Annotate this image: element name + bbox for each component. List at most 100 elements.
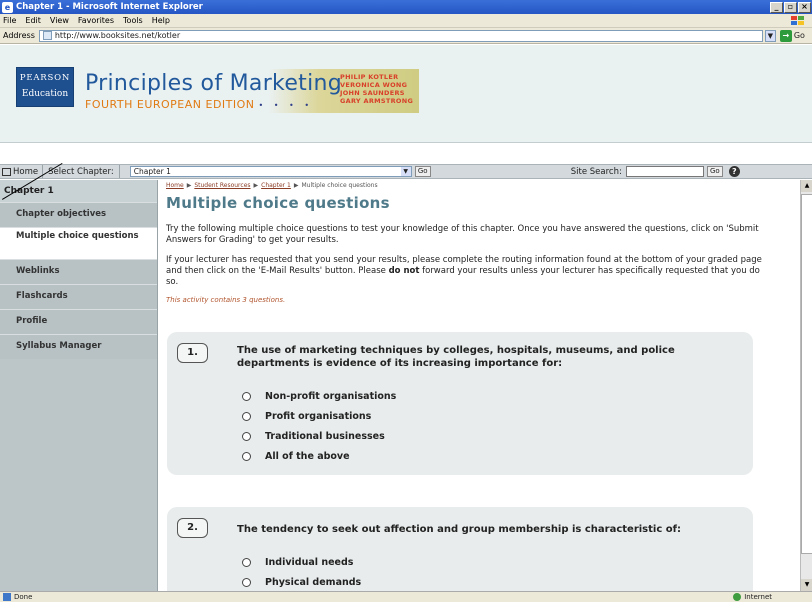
chapter-sidebar: Chapter 1 Chapter objectives Multiple ch… bbox=[0, 180, 158, 591]
page-status-icon bbox=[3, 593, 11, 601]
breadcrumb-separator: ▶ bbox=[293, 182, 299, 189]
answer-option[interactable]: All of the above bbox=[242, 446, 396, 466]
option-label: Profit organisations bbox=[265, 410, 372, 422]
question-number: 2. bbox=[177, 518, 208, 538]
menu-tools[interactable]: Tools bbox=[123, 16, 143, 25]
address-dropdown-button[interactable]: ▼ bbox=[764, 29, 776, 42]
radio-button[interactable] bbox=[242, 577, 251, 587]
minimize-button[interactable]: _ bbox=[770, 1, 783, 13]
answer-option[interactable]: Non-profit organisations bbox=[242, 386, 396, 406]
scroll-up-arrow[interactable]: ▲ bbox=[801, 180, 812, 192]
activity-note: This activity contains 3 questions. bbox=[166, 296, 286, 304]
go-label: Go bbox=[793, 31, 805, 40]
answer-option[interactable]: Profit organisations bbox=[242, 406, 396, 426]
breadcrumb-chapter[interactable]: Chapter 1 bbox=[261, 182, 291, 189]
address-label: Address bbox=[3, 31, 35, 40]
intro-text: Try the following multiple choice questi… bbox=[166, 224, 759, 245]
chevron-down-icon: ▼ bbox=[400, 167, 411, 176]
home-icon bbox=[2, 167, 11, 176]
scroll-down-arrow[interactable]: ▼ bbox=[801, 579, 812, 591]
page-icon bbox=[42, 31, 52, 40]
pearson-education-logo[interactable]: PEARSON Education bbox=[16, 67, 74, 107]
home-label: Home bbox=[13, 166, 39, 177]
option-label: Traditional businesses bbox=[265, 430, 385, 442]
book-edition: FOURTH EUROPEAN EDITION • • • • bbox=[85, 98, 342, 111]
question-text: The tendency to seek out affection and g… bbox=[237, 524, 681, 535]
lecturer-instructions: If your lecturer has requested that you … bbox=[166, 255, 766, 288]
menu-bar: File Edit View Favorites Tools Help bbox=[0, 14, 812, 28]
decorative-dots: • • • • bbox=[258, 101, 314, 110]
author-list: PHILIP KOTLER VERONICA WONG JOHN SAUNDER… bbox=[340, 73, 413, 105]
radio-button[interactable] bbox=[242, 451, 251, 461]
logo-top-text: PEARSON bbox=[19, 73, 71, 83]
option-label: Physical demands bbox=[265, 576, 362, 588]
book-title-block: Principles of Marketing FOURTH EUROPEAN … bbox=[85, 71, 342, 111]
window-titlebar: e Chapter 1 - Microsoft Internet Explore… bbox=[0, 0, 812, 14]
answer-option[interactable]: Physical demands bbox=[242, 572, 361, 592]
close-button[interactable]: × bbox=[798, 1, 811, 13]
sidebar-item-flashcards[interactable]: Flashcards bbox=[0, 284, 157, 309]
radio-button[interactable] bbox=[242, 431, 251, 441]
sidebar-item-chapter-objectives[interactable]: Chapter objectives bbox=[0, 202, 157, 227]
author-name: PHILIP KOTLER bbox=[340, 73, 399, 81]
chapter-toolbar: Home Select Chapter: Chapter 1 ▼ Go Site… bbox=[0, 164, 812, 179]
vertical-scrollbar[interactable]: ▲ ▼ bbox=[800, 180, 812, 591]
answer-option[interactable]: Individual needs bbox=[242, 552, 361, 572]
breadcrumb-student-resources[interactable]: Student Resources bbox=[194, 182, 250, 189]
question-number: 1. bbox=[177, 343, 208, 363]
menu-file[interactable]: File bbox=[3, 16, 16, 25]
page-title: Multiple choice questions bbox=[166, 194, 390, 212]
status-text: Done bbox=[14, 593, 33, 601]
security-zone: Internet bbox=[733, 593, 772, 601]
address-input[interactable]: http://www.booksites.net/kotler bbox=[38, 29, 763, 42]
breadcrumb-current: Multiple choice questions bbox=[301, 182, 378, 189]
menu-view[interactable]: View bbox=[50, 16, 69, 25]
question-card: 1. The use of marketing techniques by co… bbox=[167, 332, 753, 475]
answer-options: Non-profit organisations Profit organisa… bbox=[242, 386, 396, 466]
maximize-button[interactable]: ▫ bbox=[784, 1, 797, 13]
radio-button[interactable] bbox=[242, 557, 251, 567]
windows-flag-icon bbox=[791, 16, 804, 25]
site-search-input[interactable] bbox=[625, 166, 704, 177]
address-go-button[interactable]: → Go bbox=[779, 29, 805, 42]
site-banner: PEARSON Education Principles of Marketin… bbox=[0, 45, 812, 143]
author-name: GARY ARMSTRONG bbox=[340, 97, 414, 105]
answer-options: Individual needs Physical demands bbox=[242, 552, 361, 592]
breadcrumb-home[interactable]: Home bbox=[166, 182, 184, 189]
search-go-button[interactable]: Go bbox=[706, 166, 723, 177]
book-title: Principles of Marketing bbox=[85, 71, 342, 96]
main-content: Home ▶ Student Resources ▶ Chapter 1 ▶ Multipl… bbox=[159, 180, 800, 602]
breadcrumb: Home ▶ Student Resources ▶ Chapter 1 ▶ Multipl… bbox=[166, 182, 800, 189]
chapter-go-button[interactable]: Go bbox=[414, 166, 431, 177]
radio-button[interactable] bbox=[242, 391, 251, 401]
address-url: http://www.booksites.net/kotler bbox=[54, 31, 181, 40]
logo-bottom-text: Education bbox=[21, 89, 69, 99]
zone-label: Internet bbox=[744, 593, 772, 601]
edition-text: FOURTH EUROPEAN EDITION bbox=[85, 98, 255, 111]
option-label: All of the above bbox=[265, 450, 350, 462]
menu-help[interactable]: Help bbox=[152, 16, 170, 25]
home-button[interactable]: Home bbox=[0, 165, 44, 178]
radio-button[interactable] bbox=[242, 411, 251, 421]
chapter-select-value: Chapter 1 bbox=[133, 167, 171, 176]
menu-edit[interactable]: Edit bbox=[25, 16, 41, 25]
scroll-thumb[interactable] bbox=[801, 194, 812, 554]
author-name: JOHN SAUNDERS bbox=[340, 89, 405, 97]
help-icon[interactable]: ? bbox=[728, 166, 740, 177]
sidebar-item-syllabus-manager[interactable]: Syllabus Manager bbox=[0, 334, 157, 359]
menu-favorites[interactable]: Favorites bbox=[78, 16, 114, 25]
sidebar-item-weblinks[interactable]: Weblinks bbox=[0, 259, 157, 284]
lecturer-text-bold: do not bbox=[388, 266, 420, 276]
sidebar-heading: Chapter 1 bbox=[0, 180, 157, 202]
breadcrumb-separator: ▶ bbox=[186, 182, 192, 189]
breadcrumb-separator: ▶ bbox=[253, 182, 259, 189]
question-card: 2. The tendency to seek out affection an… bbox=[167, 507, 753, 602]
ie-app-icon: e bbox=[2, 1, 13, 13]
author-name: VERONICA WONG bbox=[340, 81, 408, 89]
answer-option[interactable]: Traditional businesses bbox=[242, 426, 396, 446]
window-title: Chapter 1 - Microsoft Internet Explorer bbox=[16, 2, 203, 12]
chapter-select[interactable]: Chapter 1 ▼ bbox=[129, 166, 412, 177]
sidebar-item-profile[interactable]: Profile bbox=[0, 309, 157, 334]
sidebar-item-multiple-choice[interactable]: Multiple choice questions bbox=[0, 227, 157, 259]
address-bar: Address http://www.booksites.net/kotler … bbox=[0, 28, 812, 44]
